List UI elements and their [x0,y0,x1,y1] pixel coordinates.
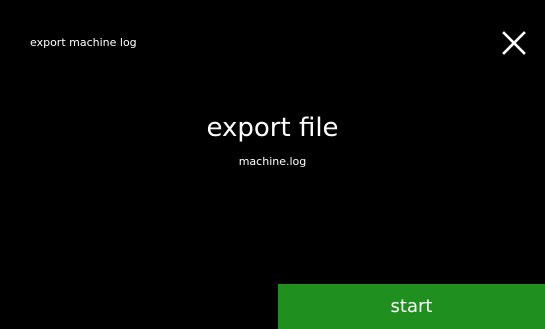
screen-title: export machine log [30,36,137,49]
export-file-heading: export file [206,113,339,143]
start-button[interactable]: start [278,284,545,329]
close-button[interactable] [497,26,531,60]
file-name-label: machine.log [238,155,307,168]
export-machine-log-screen: export machine log export file machine.l… [0,0,545,329]
start-button-label: start [390,295,433,317]
close-icon [502,31,526,55]
